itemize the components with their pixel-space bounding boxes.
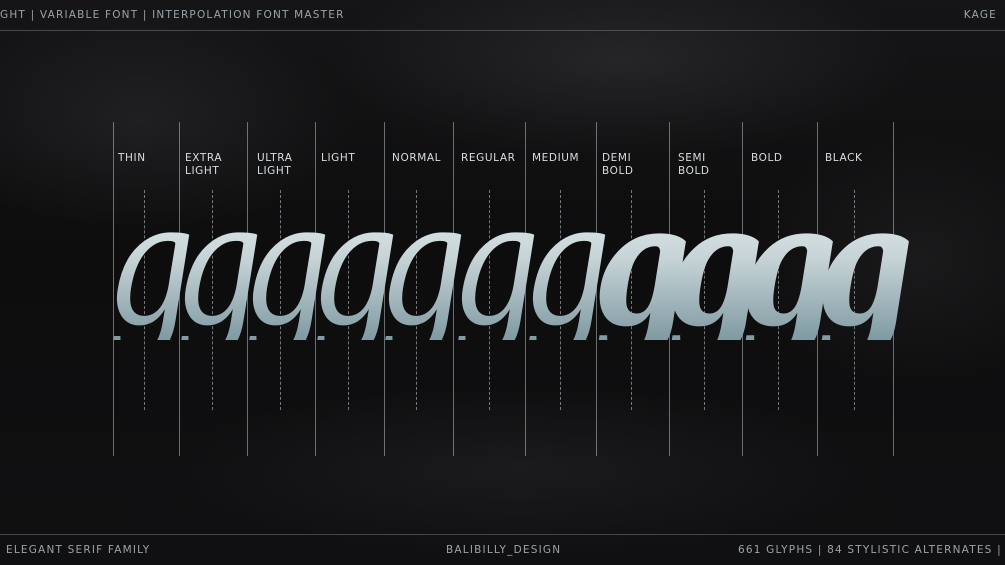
weight-label: THIN <box>118 152 146 164</box>
weights-specimen-panel: g THIN g EXTRA LIGHT g ULTRA LIGHT g LIGHT g NORM… <box>0 0 1005 565</box>
weight-label: MEDIUM <box>532 152 580 164</box>
weight-glyph-sample: g <box>816 165 914 365</box>
weight-label: ULTRA LIGHT <box>257 152 293 177</box>
footer-family: ELEGANT SERIF FAMILY <box>6 544 151 556</box>
weight-label: REGULAR <box>461 152 516 164</box>
weight-label: BLACK <box>825 152 863 164</box>
weight-label: DEMI BOLD <box>602 152 634 177</box>
weight-label: BOLD <box>751 152 783 164</box>
footer-designer: BALIBILLY_DESIGN <box>446 544 562 556</box>
footer-stats: 661 GLYPHS | 84 STYLISTIC ALTERNATES | 8… <box>738 544 1005 556</box>
footer-bar: ELEGANT SERIF FAMILY BALIBILLY_DESIGN 66… <box>0 534 1005 565</box>
weight-label: LIGHT <box>321 152 356 164</box>
weight-label: SEMI BOLD <box>678 152 710 177</box>
weight-label: EXTRA LIGHT <box>185 152 223 177</box>
weight-label: NORMAL <box>392 152 442 164</box>
